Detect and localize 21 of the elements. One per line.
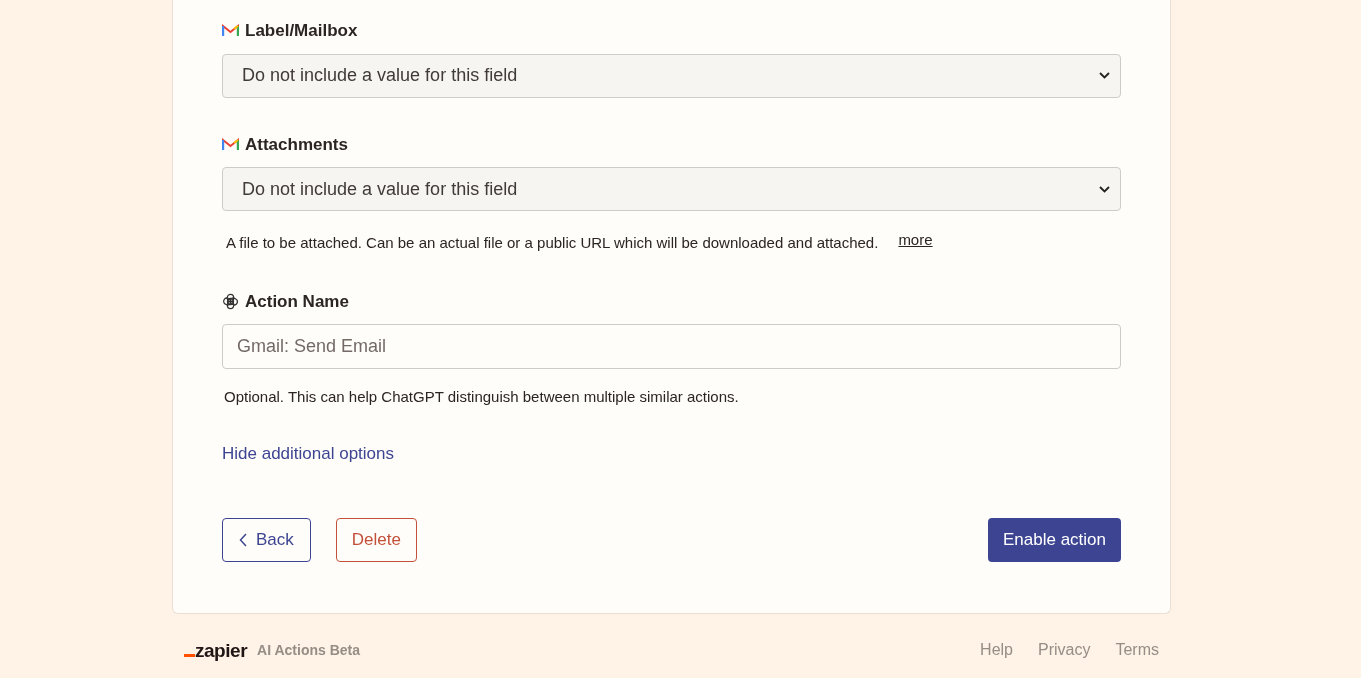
- product-label: AI Actions Beta: [257, 640, 361, 660]
- select-field[interactable]: Do not include a value for this field: [222, 53, 1121, 98]
- more-link[interactable]: more: [898, 229, 933, 252]
- field-label: Action Name: [245, 290, 349, 313]
- chevron-down-icon: [1099, 185, 1110, 193]
- back-button[interactable]: Back: [222, 518, 311, 562]
- field-label: Label/Mailbox: [245, 20, 358, 42]
- select-field[interactable]: Do not include a value for this field: [222, 167, 1121, 211]
- envelope-icon: [222, 24, 239, 38]
- delete-button[interactable]: Delete: [335, 518, 417, 562]
- hide-options-link[interactable]: Hide additional options: [222, 440, 394, 466]
- envelope-icon: [222, 137, 239, 151]
- swirl-knot-icon: [222, 292, 239, 310]
- text-input-field[interactable]: Gmail: Send Email: [222, 324, 1121, 369]
- zapier-logo: zapier: [184, 640, 248, 660]
- field-label: Attachments: [245, 133, 348, 156]
- enable-action-button[interactable]: Enable action: [987, 518, 1121, 562]
- help-text: A file to be attached. Can be an actual file or a public URL which will be downloaded and attached.: [226, 233, 879, 253]
- help-text: Optional. This can help ChatGPT distinguish between multiple similar actions.: [224, 387, 739, 407]
- chevron-left-icon: [239, 533, 248, 547]
- chevron-down-icon: [1099, 72, 1110, 79]
